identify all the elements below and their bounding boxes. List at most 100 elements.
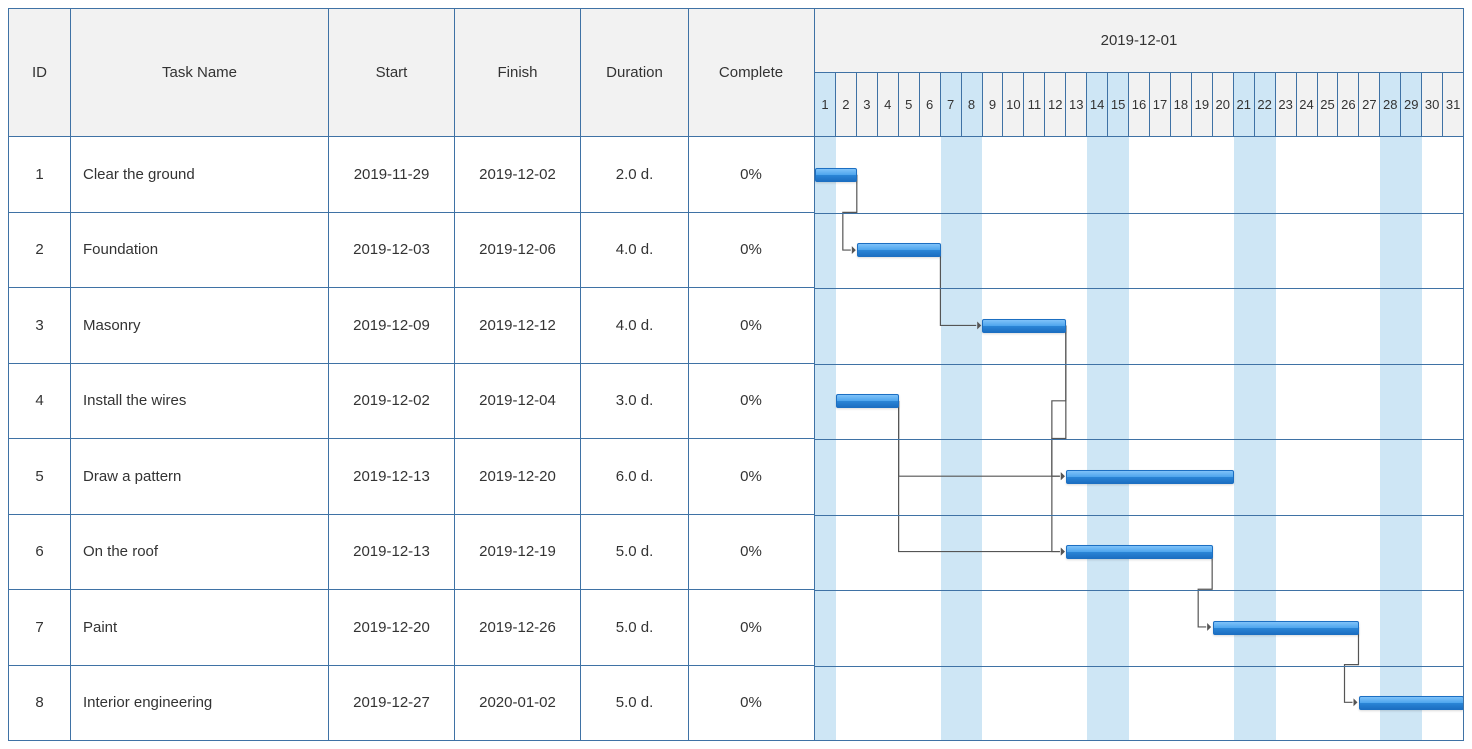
day-header: 28 [1380, 73, 1401, 136]
day-header: 5 [899, 73, 920, 136]
row-separator [815, 666, 1463, 667]
cell-start: 2019-12-09 [329, 288, 455, 363]
cell-duration: 2.0 d. [581, 137, 689, 212]
cell-start: 2019-12-13 [329, 439, 455, 514]
row-separator [815, 364, 1463, 365]
cell-finish: 2019-12-19 [455, 515, 581, 590]
table-row[interactable]: 7Paint2019-12-202019-12-265.0 d.0% [9, 590, 814, 666]
day-header: 15 [1108, 73, 1129, 136]
task-bar[interactable] [836, 394, 899, 408]
day-header: 29 [1401, 73, 1422, 136]
day-header: 10 [1003, 73, 1024, 136]
task-bar[interactable] [1213, 621, 1360, 635]
gantt-chart: ID Task Name Start Finish Duration Compl… [8, 8, 1464, 741]
table-row[interactable]: 3Masonry2019-12-092019-12-124.0 d.0% [9, 288, 814, 364]
day-header: 13 [1066, 73, 1087, 136]
col-header-complete: Complete [689, 9, 813, 136]
cell-complete: 0% [689, 364, 813, 439]
cell-start: 2019-12-20 [329, 590, 455, 665]
arrow-icon [1061, 472, 1065, 480]
col-header-duration: Duration [581, 9, 689, 136]
cell-id: 6 [9, 515, 71, 590]
day-header: 1 [815, 73, 836, 136]
timeline-month-label: 2019-12-01 [815, 9, 1463, 73]
cell-duration: 4.0 d. [581, 213, 689, 288]
timeline-panel: 2019-12-01 12345678910111213141516171819… [815, 9, 1463, 740]
cell-id: 3 [9, 288, 71, 363]
table-row[interactable]: 1Clear the ground2019-11-292019-12-022.0… [9, 137, 814, 213]
task-bar[interactable] [982, 319, 1066, 333]
cell-finish: 2019-12-26 [455, 590, 581, 665]
day-header: 17 [1150, 73, 1171, 136]
table-row[interactable]: 8Interior engineering2019-12-272020-01-0… [9, 666, 814, 741]
cell-start: 2019-12-02 [329, 364, 455, 439]
cell-complete: 0% [689, 666, 813, 741]
cell-id: 4 [9, 364, 71, 439]
day-header: 18 [1171, 73, 1192, 136]
col-header-name: Task Name [71, 9, 329, 136]
day-header: 23 [1276, 73, 1297, 136]
task-bar[interactable] [1066, 470, 1233, 484]
cell-id: 5 [9, 439, 71, 514]
cell-start: 2019-11-29 [329, 137, 455, 212]
table-row[interactable]: 4Install the wires2019-12-022019-12-043.… [9, 364, 814, 440]
cell-name: On the roof [71, 515, 329, 590]
day-header: 3 [857, 73, 878, 136]
day-header: 12 [1045, 73, 1066, 136]
table-row[interactable]: 5Draw a pattern2019-12-132019-12-206.0 d… [9, 439, 814, 515]
timeline-header: 2019-12-01 12345678910111213141516171819… [815, 9, 1463, 137]
cell-finish: 2019-12-20 [455, 439, 581, 514]
cell-start: 2019-12-03 [329, 213, 455, 288]
day-header: 6 [920, 73, 941, 136]
day-header: 25 [1318, 73, 1339, 136]
day-header: 30 [1422, 73, 1443, 136]
cell-id: 2 [9, 213, 71, 288]
day-header: 31 [1443, 73, 1463, 136]
day-header: 11 [1024, 73, 1045, 136]
cell-finish: 2019-12-06 [455, 213, 581, 288]
cell-id: 7 [9, 590, 71, 665]
task-table-header: ID Task Name Start Finish Duration Compl… [9, 9, 814, 137]
cell-id: 8 [9, 666, 71, 741]
cell-complete: 0% [689, 590, 813, 665]
cell-complete: 0% [689, 137, 813, 212]
arrow-icon [1061, 548, 1065, 556]
task-bar[interactable] [857, 243, 941, 257]
cell-name: Clear the ground [71, 137, 329, 212]
cell-complete: 0% [689, 288, 813, 363]
cell-duration: 3.0 d. [581, 364, 689, 439]
day-header: 2 [836, 73, 857, 136]
cell-name: Install the wires [71, 364, 329, 439]
cell-start: 2019-12-13 [329, 515, 455, 590]
arrow-icon [1061, 472, 1065, 480]
day-header: 4 [878, 73, 899, 136]
day-header: 14 [1087, 73, 1108, 136]
col-header-id: ID [9, 9, 71, 136]
day-header: 9 [983, 73, 1004, 136]
cell-finish: 2020-01-02 [455, 666, 581, 741]
arrow-icon [852, 246, 856, 254]
cell-finish: 2019-12-04 [455, 364, 581, 439]
task-table: ID Task Name Start Finish Duration Compl… [9, 9, 815, 740]
cell-name: Draw a pattern [71, 439, 329, 514]
cell-finish: 2019-12-02 [455, 137, 581, 212]
arrow-icon [1353, 698, 1357, 706]
cell-duration: 4.0 d. [581, 288, 689, 363]
day-header: 21 [1234, 73, 1255, 136]
cell-name: Masonry [71, 288, 329, 363]
task-bar[interactable] [1066, 545, 1213, 559]
dependency-link [1052, 325, 1066, 476]
cell-duration: 5.0 d. [581, 515, 689, 590]
cell-finish: 2019-12-12 [455, 288, 581, 363]
row-separator [815, 515, 1463, 516]
row-separator [815, 590, 1463, 591]
cell-complete: 0% [689, 213, 813, 288]
day-header: 19 [1192, 73, 1213, 136]
cell-name: Interior engineering [71, 666, 329, 741]
task-bar[interactable] [1359, 696, 1463, 710]
arrow-icon [1061, 548, 1065, 556]
task-bar[interactable] [815, 168, 857, 182]
table-row[interactable]: 2Foundation2019-12-032019-12-064.0 d.0% [9, 213, 814, 289]
table-row[interactable]: 6On the roof2019-12-132019-12-195.0 d.0% [9, 515, 814, 591]
row-separator [815, 439, 1463, 440]
